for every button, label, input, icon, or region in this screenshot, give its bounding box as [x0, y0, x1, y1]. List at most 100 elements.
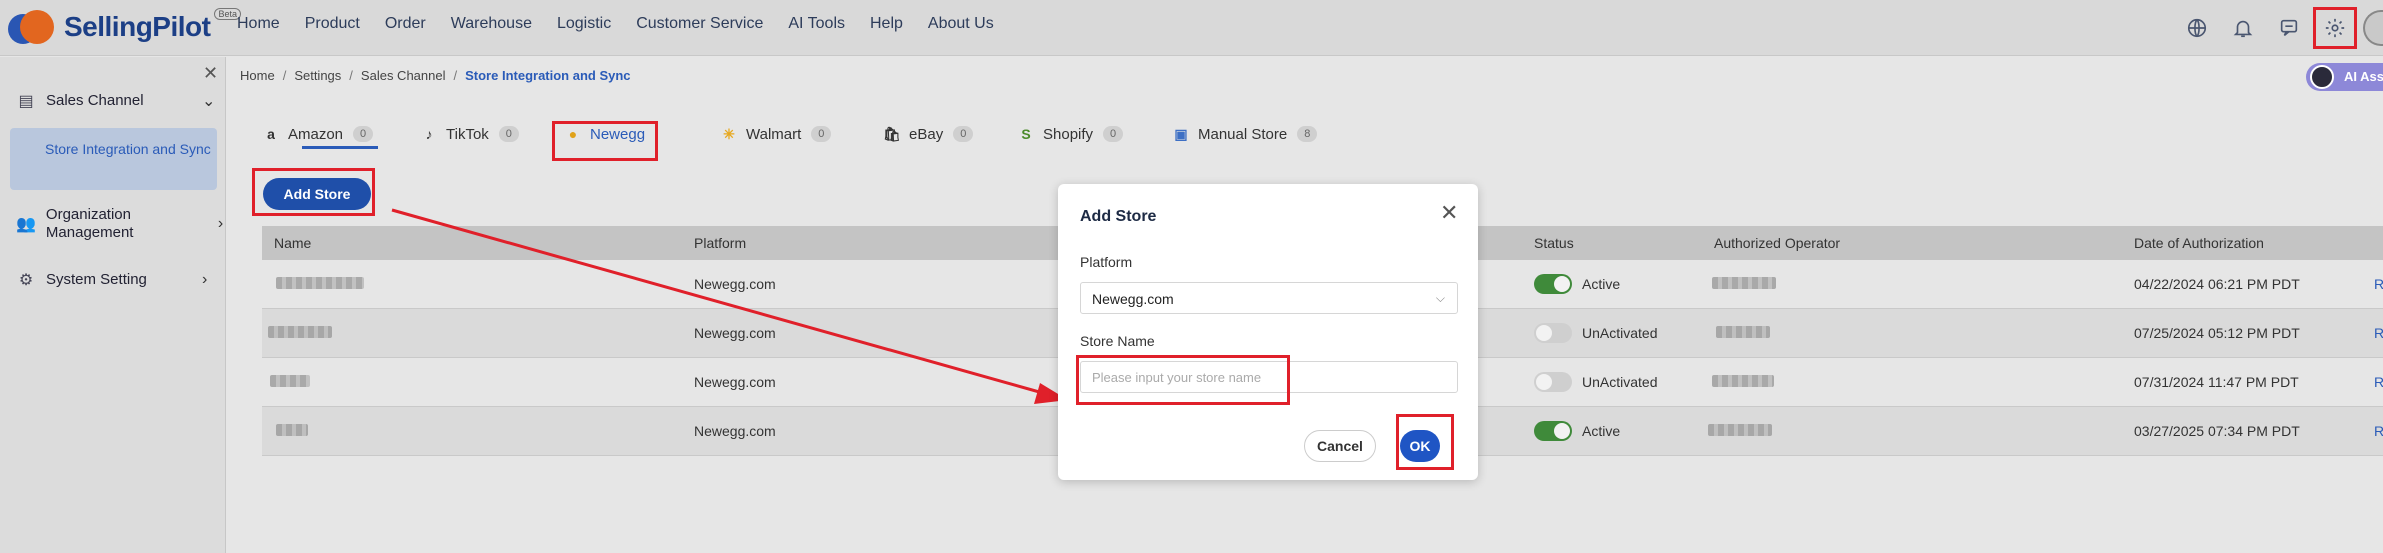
col-name: Name	[274, 235, 312, 251]
breadcrumb-separator: /	[282, 68, 287, 83]
amazon-icon: a	[267, 126, 275, 142]
operator-redacted	[1712, 374, 1774, 390]
nav-customer-service[interactable]: Customer Service	[636, 15, 763, 33]
col-status: Status	[1534, 235, 1574, 251]
store-name-redacted	[270, 374, 310, 390]
app-logo[interactable]: SellingPilot Beta	[8, 6, 241, 48]
sidebar-item-store-integration[interactable]: Store Integration and Sync	[10, 128, 217, 190]
tab-count: 0	[1103, 126, 1124, 142]
date-cell: 04/22/2024 06:21 PM PDT	[2134, 276, 2300, 292]
store-name-redacted	[276, 276, 364, 292]
logo-text: SellingPilot	[64, 11, 211, 42]
nav-home[interactable]: Home	[237, 15, 280, 33]
tab-label: TikTok	[446, 125, 489, 143]
sidebar-group-sales-channel[interactable]: ▤ Sales Channel ⌄	[16, 91, 216, 111]
operator-redacted	[1708, 423, 1772, 439]
breadcrumb-separator: /	[349, 68, 353, 83]
status-toggle[interactable]	[1534, 372, 1572, 392]
tab-label: Amazon	[288, 125, 344, 143]
breadcrumb: Home / Settings / Sales Channel / Store …	[240, 68, 631, 83]
close-icon[interactable]: ✕	[1440, 200, 1458, 226]
globe-icon[interactable]	[2179, 10, 2215, 46]
shopify-icon: S	[1021, 126, 1031, 142]
store-name-label: Store Name	[1080, 333, 1155, 349]
ai-assistant-button[interactable]: AI Ass	[2306, 63, 2383, 91]
tab-count: 0	[498, 126, 519, 142]
cancel-button[interactable]: Cancel	[1304, 430, 1376, 462]
active-tab-indicator	[302, 146, 378, 149]
platform-tabs: a Amazon 0 ♪ TikTok 0 ● Newegg ✳ Walmart…	[262, 117, 1462, 157]
tab-label: eBay	[909, 125, 944, 143]
nav-about-us[interactable]: About Us	[928, 15, 994, 33]
breadcrumb-settings[interactable]: Settings	[294, 68, 341, 83]
gear-icon: ⚙	[18, 272, 34, 289]
platform-cell: Newegg.com	[694, 325, 776, 341]
breadcrumb-separator: /	[453, 68, 458, 83]
row-action[interactable]: R	[2374, 423, 2383, 439]
tab-walmart[interactable]: ✳ Walmart 0	[720, 117, 832, 151]
status-text: Active	[1582, 423, 1621, 439]
annotation-box-store-name	[1076, 355, 1290, 405]
date-cell: 07/31/2024 11:47 PM PDT	[2134, 374, 2299, 390]
sidebar-group-label: Sales Channel	[46, 92, 144, 109]
platform-select-value: Newegg.com	[1092, 291, 1174, 307]
tiktok-icon: ♪	[425, 126, 433, 142]
status-toggle[interactable]	[1534, 323, 1572, 343]
platform-cell: Newegg.com	[694, 423, 776, 439]
tab-tiktok[interactable]: ♪ TikTok 0	[420, 117, 519, 151]
chat-icon[interactable]	[2271, 10, 2307, 46]
annotation-box-ok	[1396, 414, 1454, 470]
chevron-down-icon: ⌄	[202, 93, 216, 110]
dialog-title: Add Store	[1080, 208, 1157, 225]
col-authorized-operator: Authorized Operator	[1714, 235, 1841, 251]
tab-shopify[interactable]: S Shopify 0	[1017, 117, 1124, 151]
bell-icon[interactable]	[2225, 10, 2261, 46]
tab-manual-store[interactable]: ▣ Manual Store 8	[1172, 117, 1318, 151]
sidebar-group-organization[interactable]: 👥 Organization Management ›	[16, 206, 223, 242]
status-toggle[interactable]	[1534, 274, 1572, 294]
main-nav: Home Product Order Warehouse Logistic Cu…	[237, 15, 1019, 33]
col-date: Date of Authorization	[2134, 235, 2264, 251]
annotation-box-newegg-tab	[552, 121, 658, 161]
status-text: Active	[1582, 276, 1621, 292]
sidebar-group-system-setting[interactable]: ⚙ System Setting ›	[16, 271, 216, 289]
annotation-box-add-store	[252, 168, 375, 216]
logo-mark	[8, 8, 54, 46]
nav-help[interactable]: Help	[870, 15, 903, 33]
ebay-icon: 🛍	[883, 125, 901, 142]
ai-assistant-label: AI Ass	[2344, 69, 2383, 84]
nav-product[interactable]: Product	[305, 15, 360, 33]
tab-count: 0	[353, 126, 374, 142]
nav-logistic[interactable]: Logistic	[557, 15, 611, 33]
close-icon[interactable]: ✕	[203, 63, 218, 84]
date-cell: 07/25/2024 05:12 PM PDT	[2134, 325, 2300, 341]
sidebar: ✕ ▤ Sales Channel ⌄ Store Integration an…	[0, 57, 226, 553]
chevron-down-icon: ⌵	[1435, 291, 1445, 305]
nav-ai-tools[interactable]: AI Tools	[788, 15, 845, 33]
status-text: UnActivated	[1582, 374, 1658, 390]
breadcrumb-sales-channel[interactable]: Sales Channel	[361, 68, 446, 83]
row-action[interactable]: R	[2374, 325, 2383, 341]
tab-count: 0	[811, 126, 832, 142]
status-toggle[interactable]	[1534, 421, 1572, 441]
platform-select[interactable]: Newegg.com ⌵	[1080, 282, 1458, 314]
store-name-redacted	[268, 325, 332, 341]
people-icon: 👥	[16, 216, 36, 233]
tab-count: 8	[1297, 126, 1318, 142]
user-avatar[interactable]	[2363, 10, 2383, 46]
gear-icon[interactable]	[2313, 7, 2357, 49]
date-cell: 03/27/2025 07:34 PM PDT	[2134, 423, 2300, 439]
top-bar: SellingPilot Beta Home Product Order War…	[0, 0, 2383, 56]
platform-cell: Newegg.com	[694, 374, 776, 390]
tab-label: Shopify	[1043, 125, 1094, 143]
row-action[interactable]: R	[2374, 276, 2383, 292]
nav-order[interactable]: Order	[385, 15, 426, 33]
tab-count: 0	[953, 126, 974, 142]
manual-store-icon: ▣	[1174, 125, 1188, 142]
nav-warehouse[interactable]: Warehouse	[451, 15, 532, 33]
sidebar-group-label: System Setting	[46, 271, 147, 288]
breadcrumb-home[interactable]: Home	[240, 68, 275, 83]
row-action[interactable]: R	[2374, 374, 2383, 390]
tab-ebay[interactable]: 🛍 eBay 0	[883, 117, 974, 151]
store-name-redacted	[276, 423, 308, 439]
